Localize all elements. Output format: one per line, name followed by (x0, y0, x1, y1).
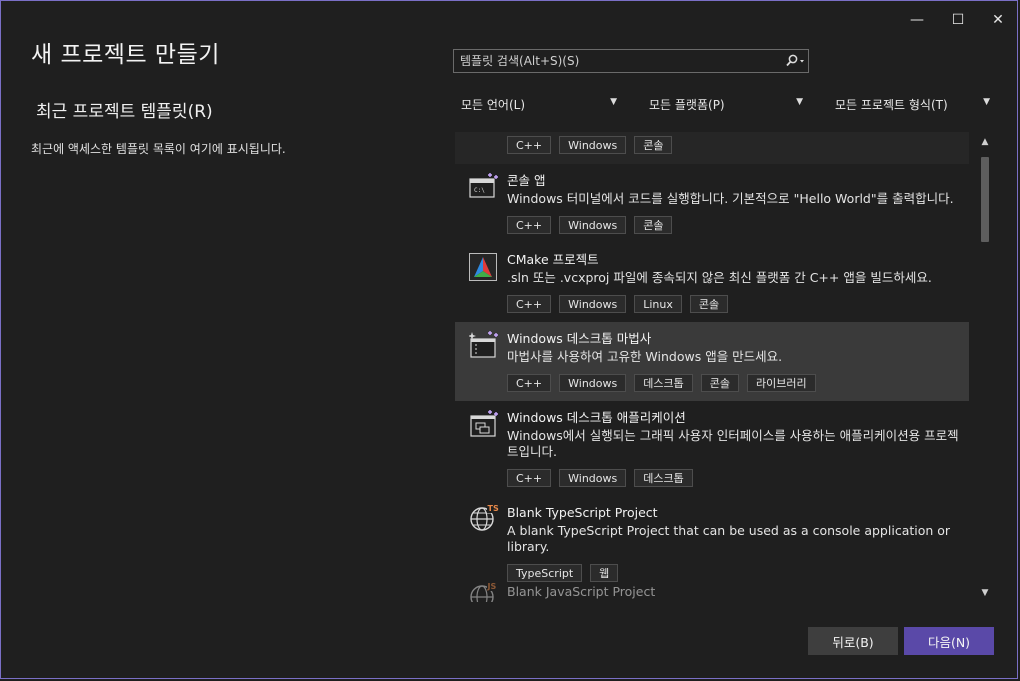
platform-filter-dropdown[interactable]: 모든 플랫폼(P) ▼ (649, 93, 803, 115)
filter-bar: 모든 언어(L) ▼ 모든 플랫폼(P) ▼ 모든 프로젝트 형식(T) ▼ (453, 93, 998, 115)
back-button[interactable]: 뒤로(B) (808, 627, 898, 655)
tag: Linux (634, 295, 682, 313)
template-item-console-app[interactable]: C:\ 콘솔 앱 Windows 터미널에서 코드를 실행합니다. 기본적으로 … (455, 164, 969, 243)
tag: 콘솔 (634, 136, 673, 154)
tag: 콘솔 (689, 295, 729, 313)
template-description: A blank TypeScript Project that can be u… (507, 523, 951, 554)
cmake-icon (469, 253, 497, 281)
console-app-icon: C:\ (469, 172, 498, 200)
tag: C++ (507, 136, 552, 154)
recent-templates-heading: 최근 프로젝트 템플릿(R) (36, 102, 213, 122)
template-name: 콘솔 앱 (507, 173, 546, 188)
close-button[interactable]: ✕ (980, 7, 1016, 33)
template-list-scrollbar[interactable]: ▲ ▼ (977, 132, 993, 602)
recent-templates-empty-text: 최근에 액세스한 템플릿 목록이 여기에 표시됩니다. (31, 142, 286, 156)
template-name: Windows 데스크톱 애플리케이션 (507, 410, 686, 425)
svg-text:TS: TS (488, 504, 499, 513)
template-item-desktop-wizard[interactable]: Windows 데스크톱 마법사 마법사를 사용하여 고유한 Windows 앱… (455, 322, 969, 401)
page-title: 새 프로젝트 만들기 (31, 42, 220, 68)
desktop-wizard-icon (468, 330, 498, 358)
tag: 데스크톱 (634, 469, 693, 487)
tag: 데스크톱 (634, 374, 693, 392)
desktop-app-icon (469, 409, 498, 437)
language-filter-dropdown[interactable]: 모든 언어(L) ▼ (461, 93, 617, 115)
tag: 콘솔 (634, 216, 673, 234)
tag: 콘솔 (700, 374, 739, 392)
template-search-box[interactable] (453, 49, 809, 73)
template-name: Blank JavaScript Project (507, 584, 656, 599)
template-description: Windows에서 실행되는 그래픽 사용자 인터페이스를 사용하는 애플리케이… (507, 428, 959, 459)
template-item[interactable]: C++ Windows 콘솔 (455, 132, 969, 164)
template-search-input[interactable] (454, 53, 782, 69)
template-item-desktop-app[interactable]: Windows 데스크톱 애플리케이션 Windows에서 실행되는 그래픽 사… (455, 401, 969, 496)
javascript-globe-icon: JS (469, 581, 499, 602)
template-name: Blank TypeScript Project (507, 505, 658, 520)
tag: Windows (559, 374, 627, 392)
template-item-cmake[interactable]: CMake 프로젝트 .sln 또는 .vcxproj 파일에 종속되지 않은 … (455, 243, 969, 322)
tag: 라이브러리 (746, 374, 816, 392)
maximize-button[interactable]: ☐ (940, 7, 976, 33)
chevron-down-icon: ▼ (796, 97, 803, 107)
tag: Windows (559, 136, 627, 154)
template-item-blank-typescript[interactable]: TS Blank TypeScript Project A blank Type… (455, 496, 969, 582)
template-description: .sln 또는 .vcxproj 파일에 종속되지 않은 최신 플랫폼 간 C+… (507, 270, 932, 285)
template-list[interactable]: C++ Windows 콘솔 C:\ 콘솔 앱 Windows 터미널에서 코드… (455, 132, 969, 602)
project-type-filter-dropdown[interactable]: 모든 프로젝트 형식(T) ▼ (835, 93, 990, 115)
tag: C++ (507, 374, 552, 392)
template-description: 마법사를 사용하여 고유한 Windows 앱을 만드세요. (507, 349, 783, 364)
chevron-down-icon: ▼ (610, 97, 617, 107)
svg-text:JS: JS (487, 582, 497, 591)
next-button[interactable]: 다음(N) (904, 627, 994, 655)
scroll-down-arrow-icon[interactable]: ▼ (980, 588, 990, 598)
template-name: CMake 프로젝트 (507, 252, 599, 267)
tag: Windows (559, 469, 627, 487)
platform-filter-label: 모든 플랫폼(P) (649, 97, 725, 112)
typescript-globe-icon: TS (469, 503, 499, 531)
template-name: Windows 데스크톱 마법사 (507, 331, 652, 346)
tag: Windows (559, 295, 627, 313)
scroll-up-arrow-icon[interactable]: ▲ (980, 137, 990, 147)
language-filter-label: 모든 언어(L) (461, 97, 526, 112)
tag: C++ (507, 216, 552, 234)
minimize-button[interactable]: — (899, 7, 935, 33)
tag: C++ (507, 469, 552, 487)
tag: Windows (559, 216, 627, 234)
search-icon[interactable] (782, 50, 808, 72)
tag: C++ (507, 295, 552, 313)
new-project-dialog: — ☐ ✕ 새 프로젝트 만들기 최근 프로젝트 템플릿(R) 최근에 액세스한… (0, 0, 1018, 679)
template-item-blank-javascript[interactable]: JS Blank JavaScript Project (455, 575, 969, 602)
template-description: Windows 터미널에서 코드를 실행합니다. 기본적으로 "Hello Wo… (507, 191, 954, 206)
chevron-down-icon: ▼ (983, 97, 990, 107)
svg-text:C:\: C:\ (474, 187, 485, 194)
scroll-thumb[interactable] (981, 157, 989, 242)
project-type-filter-label: 모든 프로젝트 형식(T) (835, 97, 948, 112)
